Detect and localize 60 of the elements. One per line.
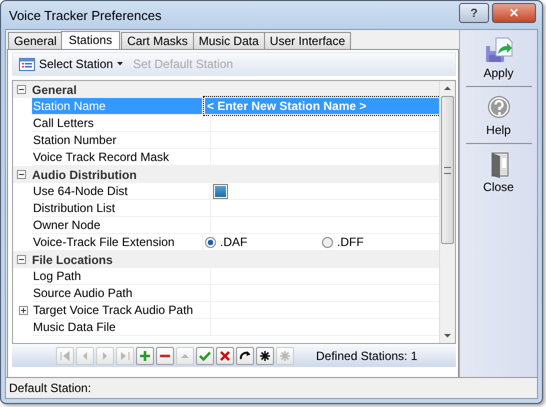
checkmark-icon [198,349,212,363]
property-name[interactable]: Owner Node [32,217,211,233]
property-label: Station Number [33,133,116,147]
collapse-icon[interactable] [17,255,26,264]
category-name: File Locations [32,252,113,266]
property-label: Owner Node [33,218,100,232]
property-name[interactable]: Source Audio Path [32,285,211,301]
property-label: Source Audio Path [33,286,132,300]
close-icon [218,349,232,363]
property-label: Call Letters [33,116,94,130]
navigator-button[interactable] [236,347,254,365]
tab[interactable]: General [8,32,63,49]
property-name[interactable]: Distribution List [32,200,211,216]
record-count: Defined Stations: 1 [316,349,418,363]
tab[interactable]: Cart Masks [121,32,194,49]
last-record-icon [118,349,132,363]
asterisk-icon [258,349,272,363]
property-name[interactable]: Call Letters [32,115,211,131]
property-name[interactable]: Log Path [32,268,211,284]
property-name[interactable]: Voice-Track File Extension [32,234,203,250]
property-label: Distribution List [33,201,116,215]
window-title: Voice Tracker Preferences [9,8,162,22]
checkbox[interactable] [213,184,228,198]
plus-icon [138,349,152,363]
category-name: General [32,82,77,96]
tab[interactable]: User Interface [264,32,352,49]
property-name[interactable]: Use 64-Node Dist [32,183,211,199]
help-button[interactable]: Help [476,91,522,139]
radio-button[interactable] [322,236,333,248]
property-name[interactable]: Voice Track Record Mask [32,149,211,165]
radio-label: .DFF [337,235,364,249]
property-label: Music Data File [33,320,116,334]
expand-icon[interactable] [19,306,28,314]
collapse-icon[interactable] [17,170,26,179]
asterisk-icon [278,349,292,363]
toolbar-button[interactable]: Select Station [17,57,126,71]
property-label: Target Voice Track Audio Path [33,303,194,317]
radio-button[interactable] [205,236,216,248]
property-label: Station Name [33,99,106,113]
close-button[interactable]: Close [475,148,522,196]
tab[interactable]: Stations [60,31,120,49]
apply-button[interactable]: Apply [475,34,522,82]
property-name[interactable]: Target Voice Track Audio Path [32,302,211,318]
list-icon [19,57,35,71]
property-label: Voice Track Record Mask [33,150,170,164]
property-name[interactable]: Music Data File [32,319,211,335]
property-label: Log Path [33,269,82,283]
tab[interactable]: Music Data [192,32,265,49]
property-name[interactable]: Station Number [32,132,211,148]
property-label: Voice-Track File Extension [33,235,175,249]
radio-label: .DAF [220,235,248,249]
first-record-icon [58,349,72,363]
status-text: Default Station: [9,381,92,395]
collapse-icon[interactable] [17,85,26,94]
help-button[interactable]: ? [459,3,489,23]
category-name: Audio Distribution [32,168,137,182]
scroll-thumb[interactable] [441,96,454,244]
navigator-button[interactable] [256,347,274,365]
caret-icon [117,62,124,66]
property-label: Use 64-Node Dist [33,184,128,198]
